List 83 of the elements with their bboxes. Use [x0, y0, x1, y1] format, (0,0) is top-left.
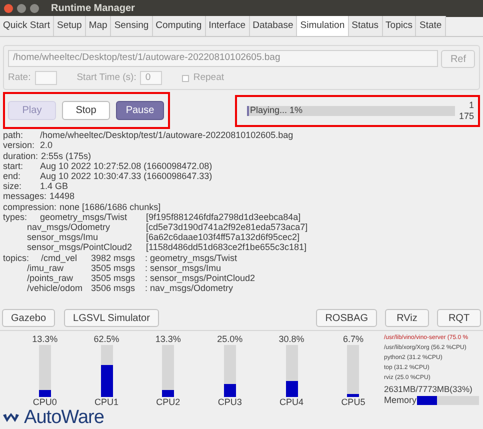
tab[interactable]: State	[416, 16, 446, 36]
cpu-label: CPU5	[341, 397, 366, 407]
repeat-label: Repeat	[193, 71, 224, 85]
info-value: 2:55s (175s)	[41, 150, 92, 161]
type-hash: [cd5e73d190d741a2f92e81eda573aca7]	[146, 222, 308, 232]
type-name: sensor_msgs/Imu	[27, 232, 98, 242]
progress-total: 175	[458, 110, 474, 122]
info-label: size:	[3, 181, 23, 192]
minimize-icon[interactable]	[17, 4, 26, 13]
info-label: types:	[3, 212, 28, 222]
tab[interactable]: Sensing	[111, 16, 153, 36]
info-label: compression:	[3, 202, 57, 212]
info-value: none [1686/1686 chunks]	[60, 202, 161, 212]
tab[interactable]: Quick Start	[0, 16, 54, 36]
info-label: messages:	[3, 191, 47, 202]
type-hash: [9f195f881246fdfa2798d1d3eebca84a]	[146, 212, 301, 222]
cpu-percent: 30.8%	[278, 334, 304, 344]
info-label: duration:	[3, 150, 38, 161]
topic-type: : nav_msgs/Odometry	[145, 283, 234, 294]
type-hash: [1158d486dd51d683ce2f1be655c3c181]	[146, 242, 306, 253]
memory-label: Memory	[384, 395, 417, 406]
info-label: topics:	[3, 252, 30, 263]
topic-count: 3505 msgs	[91, 262, 136, 273]
cpu-label: CPU1	[94, 397, 119, 407]
cpu-percent: 13.3%	[155, 334, 181, 344]
tool-button[interactable]: Gazebo	[2, 309, 56, 327]
type-name: sensor_msgs/PointCloud2	[27, 242, 132, 252]
tab[interactable]: Topics	[382, 16, 416, 36]
info-label: start:	[3, 160, 24, 172]
tab[interactable]: Status	[348, 16, 383, 36]
repeat-checkbox[interactable]	[182, 74, 190, 82]
progress-current: 1	[468, 100, 474, 111]
topic-type: : sensor_msgs/Imu	[145, 262, 222, 274]
topic-name: /points_raw	[27, 273, 74, 284]
memory-usage: 2631MB/7773MB(33%)	[384, 384, 474, 395]
info-value: /home/wheeltec/Desktop/test/1/autoware-20220810102605.bag	[40, 130, 294, 140]
playback-button[interactable]: Stop	[62, 101, 110, 120]
type-hash: [6a62c6daae103f4ff57a132d6f95cec2]	[146, 232, 300, 242]
info-value: Aug 10 2022 10:27:52.08 (1660098472.08)	[40, 160, 212, 172]
tab[interactable]: Simulation	[297, 16, 349, 36]
tab[interactable]: Map	[86, 16, 112, 36]
rate-label: Rate:	[8, 71, 31, 85]
topic-count: 3982 msgs	[91, 252, 136, 263]
tab[interactable]: Computing	[152, 16, 206, 36]
cpu-label: CPU0	[32, 397, 57, 407]
info-value: Aug 10 2022 10:30:47.33 (1660098647.33)	[40, 171, 212, 182]
tab[interactable]: Database	[250, 16, 298, 36]
topic-type: : sensor_msgs/PointCloud2	[145, 273, 256, 284]
info-label: path:	[3, 130, 24, 140]
info-label: end:	[3, 171, 22, 182]
cpu-percent: 62.5%	[94, 334, 120, 344]
info-label: version:	[3, 140, 36, 151]
type-name: nav_msgs/Odometry	[27, 222, 110, 232]
maximize-icon[interactable]	[30, 4, 39, 13]
tab[interactable]: Setup	[54, 16, 86, 36]
window-title: Runtime Manager	[51, 2, 135, 16]
pause-button[interactable]: Pause	[116, 101, 164, 120]
cpu-label: CPU3	[218, 397, 242, 407]
start-time-label: Start Time (s):	[76, 71, 136, 85]
type-name: geometry_msgs/Twist	[40, 212, 128, 222]
cpu-label: CPU2	[156, 397, 180, 407]
topic-name: /cmd_vel	[41, 252, 78, 263]
topic-count: 3506 msgs	[91, 283, 136, 294]
tool-button[interactable]: LGSVL Simulator	[64, 309, 159, 327]
rate-field[interactable]	[34, 71, 57, 86]
topic-name: /vehicle/odom	[27, 283, 83, 294]
cpu-label: CPU4	[280, 397, 304, 407]
cpu-percent: 6.7%	[342, 334, 364, 344]
topic-name: /imu_raw	[27, 262, 64, 273]
info-value: 1.4 GB	[40, 181, 68, 192]
cpu-percent: 25.0%	[217, 334, 243, 344]
tool-button[interactable]: ROSBAG	[316, 309, 377, 327]
logo-text: AutoWare	[24, 408, 104, 428]
topic-count: 3505 msgs	[91, 273, 136, 284]
info-value: 14498	[50, 191, 75, 202]
close-icon[interactable]	[4, 4, 13, 13]
progress-text: Playing... 1%	[249, 104, 303, 117]
tool-button[interactable]: RQT	[437, 309, 481, 327]
tool-button[interactable]: RViz	[385, 309, 429, 327]
info-value: 2.0	[40, 140, 53, 151]
cpu-percent: 13.3%	[32, 334, 58, 344]
tab[interactable]: Interface	[206, 16, 250, 36]
topic-type: : geometry_msgs/Twist	[145, 252, 238, 263]
